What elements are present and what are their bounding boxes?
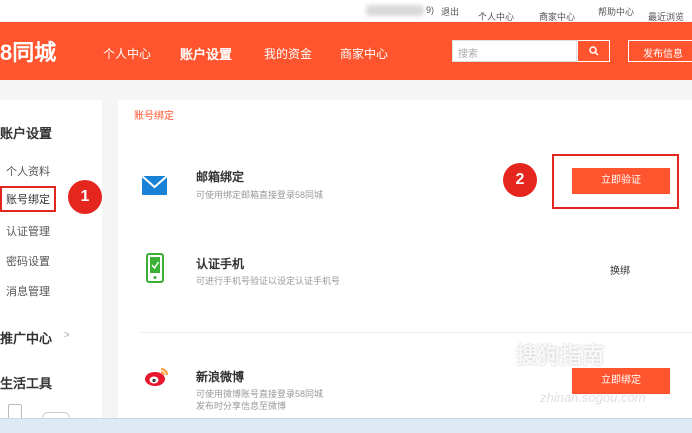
- watermark-url: zhinan.sogou.com: [540, 390, 646, 405]
- main-header: 8同城 个人中心 账户设置 我的资金 商家中心 搜索 发布信息: [0, 22, 692, 80]
- help-center-link[interactable]: 帮助中心: [598, 5, 634, 18]
- main-panel: 账号绑定 邮箱绑定 可使用绑定邮箱直接登录58同城 立即验证 认证手机 可进行手…: [118, 100, 692, 433]
- weibo-icon: [145, 368, 168, 386]
- nav-account-settings[interactable]: 账户设置: [180, 44, 232, 63]
- sidebar-item-messages[interactable]: 消息管理: [6, 283, 50, 299]
- search-input[interactable]: 搜索: [452, 40, 577, 62]
- search-button[interactable]: [577, 40, 610, 62]
- watermark-text: 搜狗指南: [516, 343, 605, 368]
- chevron-down-icon: ∨: [541, 11, 547, 18]
- nav-personal-center[interactable]: 个人中心: [103, 45, 151, 62]
- top-utility-bar: 9) 退出 个人中心 ∨ 商家中心 ∨ 帮助中心 最近浏览 ∨: [0, 0, 692, 22]
- mail-icon: [142, 176, 167, 195]
- phone-icon: [146, 253, 164, 283]
- publish-button[interactable]: 发布信息: [628, 40, 692, 62]
- rebind-link[interactable]: 换绑: [610, 262, 630, 277]
- site-logo[interactable]: 8同城: [0, 35, 56, 67]
- sidebar-heading-life-tools: 生活工具: [0, 376, 53, 391]
- sidebar-heading-account-settings: 账户设置: [0, 126, 53, 141]
- sidebar-heading-promo-center[interactable]: 推广中心: [0, 328, 52, 347]
- breadcrumb: 账号绑定: [134, 111, 174, 122]
- sidebar-item-password[interactable]: 密码设置: [6, 253, 50, 269]
- step-badge-2: 2: [503, 163, 537, 197]
- weibo-desc-2: 发布时分享信息至微博: [196, 401, 287, 411]
- sidebar-item-verification[interactable]: 认证管理: [6, 223, 50, 239]
- search-icon: [588, 46, 599, 56]
- nav-merchant-center[interactable]: 商家中心: [340, 45, 388, 62]
- weibo-desc: 可使用微博账号直接登录58同城: [196, 389, 324, 399]
- chevron-down-icon: ∨: [480, 11, 486, 18]
- sidebar-item-profile[interactable]: 个人资料: [6, 163, 50, 179]
- nav-my-funds[interactable]: 我的资金: [264, 45, 312, 62]
- sidebar-item-account-binding[interactable]: 账号绑定: [0, 186, 56, 212]
- browser-status-bar: [0, 418, 692, 433]
- sidebar: 账户设置 个人资料 账号绑定 认证管理 密码设置 消息管理 推广中心 > 生活工…: [0, 100, 102, 433]
- phone-verify-title: 认证手机: [196, 257, 245, 271]
- logout-link[interactable]: 退出: [441, 5, 459, 18]
- username-suffix: 9): [426, 5, 435, 15]
- email-binding-title: 邮箱绑定: [196, 170, 245, 184]
- chevron-down-icon: ∨: [650, 11, 656, 18]
- annotation-highlight-box: [552, 154, 679, 209]
- username-blurred: [366, 5, 424, 16]
- email-binding-desc: 可使用绑定邮箱直接登录58同城: [196, 190, 324, 200]
- step-badge-1: 1: [68, 180, 102, 214]
- divider: [140, 332, 692, 333]
- weibo-title: 新浪微博: [196, 370, 245, 384]
- chevron-right-icon: >: [64, 330, 70, 341]
- phone-verify-desc: 可进行手机号验证以设定认证手机号: [196, 276, 341, 286]
